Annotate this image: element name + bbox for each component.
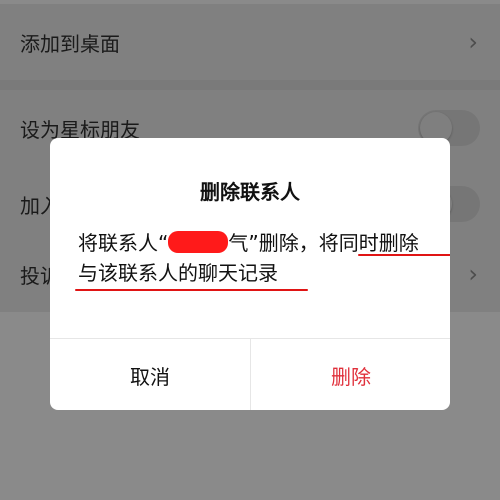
chevron-right-icon: › bbox=[468, 260, 478, 288]
message-visible-char: 气 bbox=[228, 231, 249, 255]
add-to-desktop-label: 添加到桌面 bbox=[20, 31, 120, 56]
message-suffix: ”删除， bbox=[248, 231, 319, 255]
delete-contact-dialog: 删除联系人 将联系人“ 气”删除，将同时删除 与该联系人的聊天记录 取消 删除 bbox=[50, 138, 450, 410]
section-gap bbox=[0, 80, 500, 90]
chevron-right-icon: › bbox=[468, 28, 478, 56]
add-to-desktop-row[interactable]: 添加到桌面 › bbox=[0, 4, 500, 80]
dialog-title: 删除联系人 bbox=[200, 180, 300, 204]
delete-button[interactable]: 删除 bbox=[250, 339, 450, 410]
emphasis-underline bbox=[358, 254, 450, 256]
redacted-name bbox=[168, 231, 229, 253]
line2-underline bbox=[75, 289, 308, 291]
dialog-button-row: 取消 删除 bbox=[50, 338, 450, 410]
message-line2: 与该联系人的聊天记录 bbox=[78, 261, 278, 285]
message-prefix: 将联系人“ bbox=[78, 231, 169, 255]
cancel-button[interactable]: 取消 bbox=[50, 339, 250, 410]
dialog-message: 将联系人“ 气”删除，将同时删除 与该联系人的聊天记录 bbox=[78, 228, 428, 288]
message-emphasis: 将同时删除 bbox=[318, 231, 419, 255]
